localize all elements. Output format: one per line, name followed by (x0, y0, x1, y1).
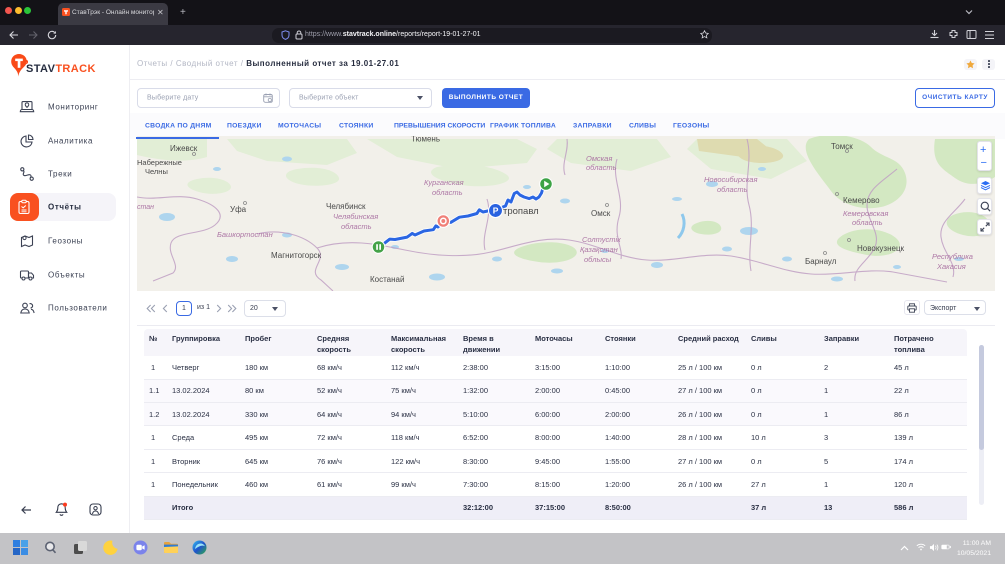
svg-text:Уфа: Уфа (230, 205, 247, 214)
svg-text:P: P (493, 206, 499, 216)
svg-text:Костанай: Костанай (370, 275, 404, 284)
svg-text:Магнитогорск: Магнитогорск (271, 251, 322, 260)
svg-text:Хакасия: Хакасия (936, 262, 966, 271)
svg-text:область: область (432, 188, 463, 197)
svg-text:Тюмень: Тюмень (411, 136, 440, 144)
svg-text:область: область (717, 185, 748, 194)
svg-text:Томск: Томск (831, 142, 853, 151)
svg-text:Набережные: Набережные (137, 158, 182, 167)
svg-text:Солтустік: Солтустік (582, 235, 621, 244)
svg-text:тропавл: тропавл (503, 206, 539, 217)
svg-text:область: область (341, 222, 372, 231)
svg-text:Башкортостан: Башкортостан (217, 230, 273, 239)
svg-text:Новокузнецк: Новокузнецк (857, 244, 905, 253)
svg-text:Қазақстан: Қазақстан (580, 245, 618, 254)
svg-text:облысы: облысы (584, 255, 612, 264)
svg-text:Барнаул: Барнаул (805, 257, 837, 266)
svg-text:Омск: Омск (591, 209, 611, 218)
svg-text:Ижевск: Ижевск (170, 144, 198, 153)
svg-text:стан: стан (137, 204, 154, 211)
svg-text:Республика: Республика (932, 252, 973, 261)
svg-text:Кемеровская: Кемеровская (843, 209, 888, 218)
svg-text:Челябинск: Челябинск (326, 202, 366, 211)
svg-text:область: область (852, 218, 883, 227)
svg-text:Новосибирская: Новосибирская (704, 175, 757, 184)
svg-text:область: область (586, 163, 617, 172)
svg-text:Омская: Омская (586, 154, 612, 163)
svg-text:Кемерово: Кемерово (843, 196, 880, 205)
svg-text:Челябинская: Челябинская (333, 212, 378, 221)
svg-text:Курганская: Курганская (424, 178, 464, 187)
svg-text:Челны: Челны (145, 167, 168, 176)
